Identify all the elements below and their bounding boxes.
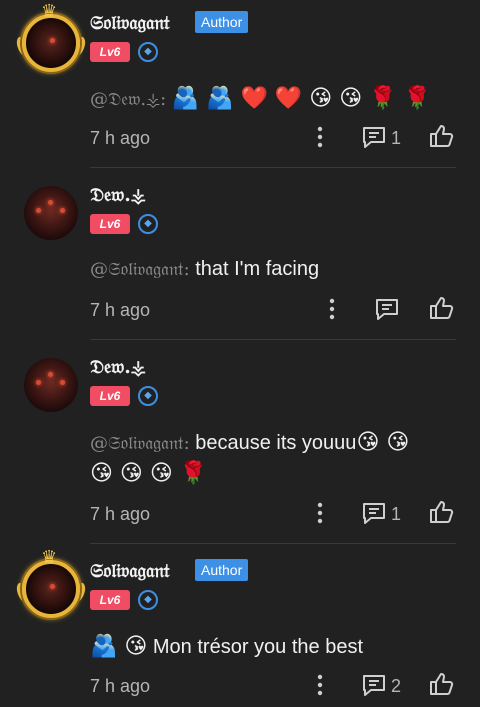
avatar[interactable] xyxy=(24,358,78,412)
timestamp: 7 h ago xyxy=(90,676,151,696)
comment-text: 🫂 😘 Mon trésor you the best xyxy=(90,631,363,663)
comment-text: @𝔇𝔢𝔴.⚶: 🫂 🫂 ❤️ ❤️ 😘 😘 🌹 🌹 xyxy=(90,83,431,115)
emoji-group: 🫂 😘 xyxy=(90,634,148,659)
more-vertical-icon[interactable] xyxy=(314,126,326,148)
reply-count: 1 xyxy=(391,504,402,524)
thumbs-up-icon xyxy=(430,673,454,695)
mention[interactable]: @𝔖𝔬𝔩𝔦𝔳𝔞𝔤𝔞𝔫𝔱: xyxy=(90,259,190,280)
emoji-group: 🫂 🫂 ❤️ ❤️ 😘 😘 🌹 🌹 xyxy=(171,86,431,111)
like-button[interactable] xyxy=(428,123,454,149)
username[interactable]: 𝔇𝔢𝔴.⚶ xyxy=(90,356,146,378)
comment-item: 𝔇𝔢𝔴.⚶ Lv6 ◆ @𝔖𝔬𝔩𝔦𝔳𝔞𝔤𝔞𝔫𝔱: that I'm facing… xyxy=(0,168,480,340)
like-button[interactable] xyxy=(428,295,454,321)
comment-body: Mon trésor you the best xyxy=(152,636,363,658)
crown-icon: ♛ xyxy=(41,1,58,21)
reply-count: 1 xyxy=(391,128,402,148)
more-vertical-icon[interactable] xyxy=(326,298,338,320)
comment-text-line-2: 😘 😘 😘 🌹 xyxy=(90,458,207,490)
like-button[interactable] xyxy=(428,671,454,697)
like-button[interactable] xyxy=(428,499,454,525)
comment-item: ♛ 𝔖𝔬𝔩𝔦𝔳𝔞𝔤𝔞𝔫𝔱 Author Lv6 ◆ @𝔇𝔢𝔴.⚶: 🫂 🫂 ❤️… xyxy=(0,0,480,168)
avatar[interactable] xyxy=(24,186,78,240)
comment-icon xyxy=(376,299,398,320)
more-vertical-icon[interactable] xyxy=(314,674,326,696)
comment-text: @𝔖𝔬𝔩𝔦𝔳𝔞𝔤𝔞𝔫𝔱: that I'm facing xyxy=(90,254,319,285)
more-vertical-icon[interactable] xyxy=(314,502,326,524)
comment-body: that I'm facing xyxy=(195,258,320,280)
shield-icon: ◆ xyxy=(138,590,158,610)
avatar[interactable] xyxy=(22,14,80,72)
comment-text: @𝔖𝔬𝔩𝔦𝔳𝔞𝔤𝔞𝔫𝔱: because its youuu😘 😘 xyxy=(90,427,409,459)
reply-count: 2 xyxy=(391,676,402,696)
emoji-group: 😘 😘 xyxy=(356,430,410,455)
comment-item: 𝔇𝔢𝔴.⚶ Lv6 ◆ @𝔖𝔬𝔩𝔦𝔳𝔞𝔤𝔞𝔫𝔱: because its you… xyxy=(0,340,480,544)
author-badge: Author xyxy=(195,11,249,33)
shield-icon: ◆ xyxy=(138,214,158,234)
avatar[interactable] xyxy=(22,560,80,618)
comment-icon xyxy=(363,675,385,696)
shield-icon: ◆ xyxy=(138,386,158,406)
username[interactable]: 𝔖𝔬𝔩𝔦𝔳𝔞𝔤𝔞𝔫𝔱 xyxy=(90,560,170,582)
comment-icon xyxy=(363,503,385,524)
emoji-group: 😘 😘 😘 🌹 xyxy=(90,461,208,486)
shield-icon: ◆ xyxy=(138,42,158,62)
reply-button[interactable] xyxy=(374,296,400,322)
mention[interactable]: @𝔇𝔢𝔴.⚶: xyxy=(90,89,166,110)
level-badge: Lv6 xyxy=(90,590,130,610)
username[interactable]: 𝔖𝔬𝔩𝔦𝔳𝔞𝔤𝔞𝔫𝔱 xyxy=(90,12,170,34)
comment-icon xyxy=(363,127,385,148)
reply-button[interactable] xyxy=(361,500,387,526)
thumbs-up-icon xyxy=(430,501,454,523)
thumbs-up-icon xyxy=(430,125,454,147)
timestamp: 7 h ago xyxy=(90,128,151,148)
reply-button[interactable] xyxy=(361,124,387,150)
comment-body: because its youuu xyxy=(195,432,357,454)
thumbs-up-icon xyxy=(430,297,454,319)
level-badge: Lv6 xyxy=(90,386,130,406)
author-badge: Author xyxy=(195,559,249,581)
level-badge: Lv6 xyxy=(90,214,130,234)
reply-button[interactable] xyxy=(361,672,387,698)
crown-icon: ♛ xyxy=(41,547,58,567)
timestamp: 7 h ago xyxy=(90,504,151,524)
timestamp: 7 h ago xyxy=(90,300,151,320)
level-badge: Lv6 xyxy=(90,42,130,62)
comment-item: ♛ 𝔖𝔬𝔩𝔦𝔳𝔞𝔤𝔞𝔫𝔱 Author Lv6 ◆ 🫂 😘 Mon trésor… xyxy=(0,544,480,707)
mention[interactable]: @𝔖𝔬𝔩𝔦𝔳𝔞𝔤𝔞𝔫𝔱: xyxy=(90,433,190,454)
username[interactable]: 𝔇𝔢𝔴.⚶ xyxy=(90,184,146,206)
